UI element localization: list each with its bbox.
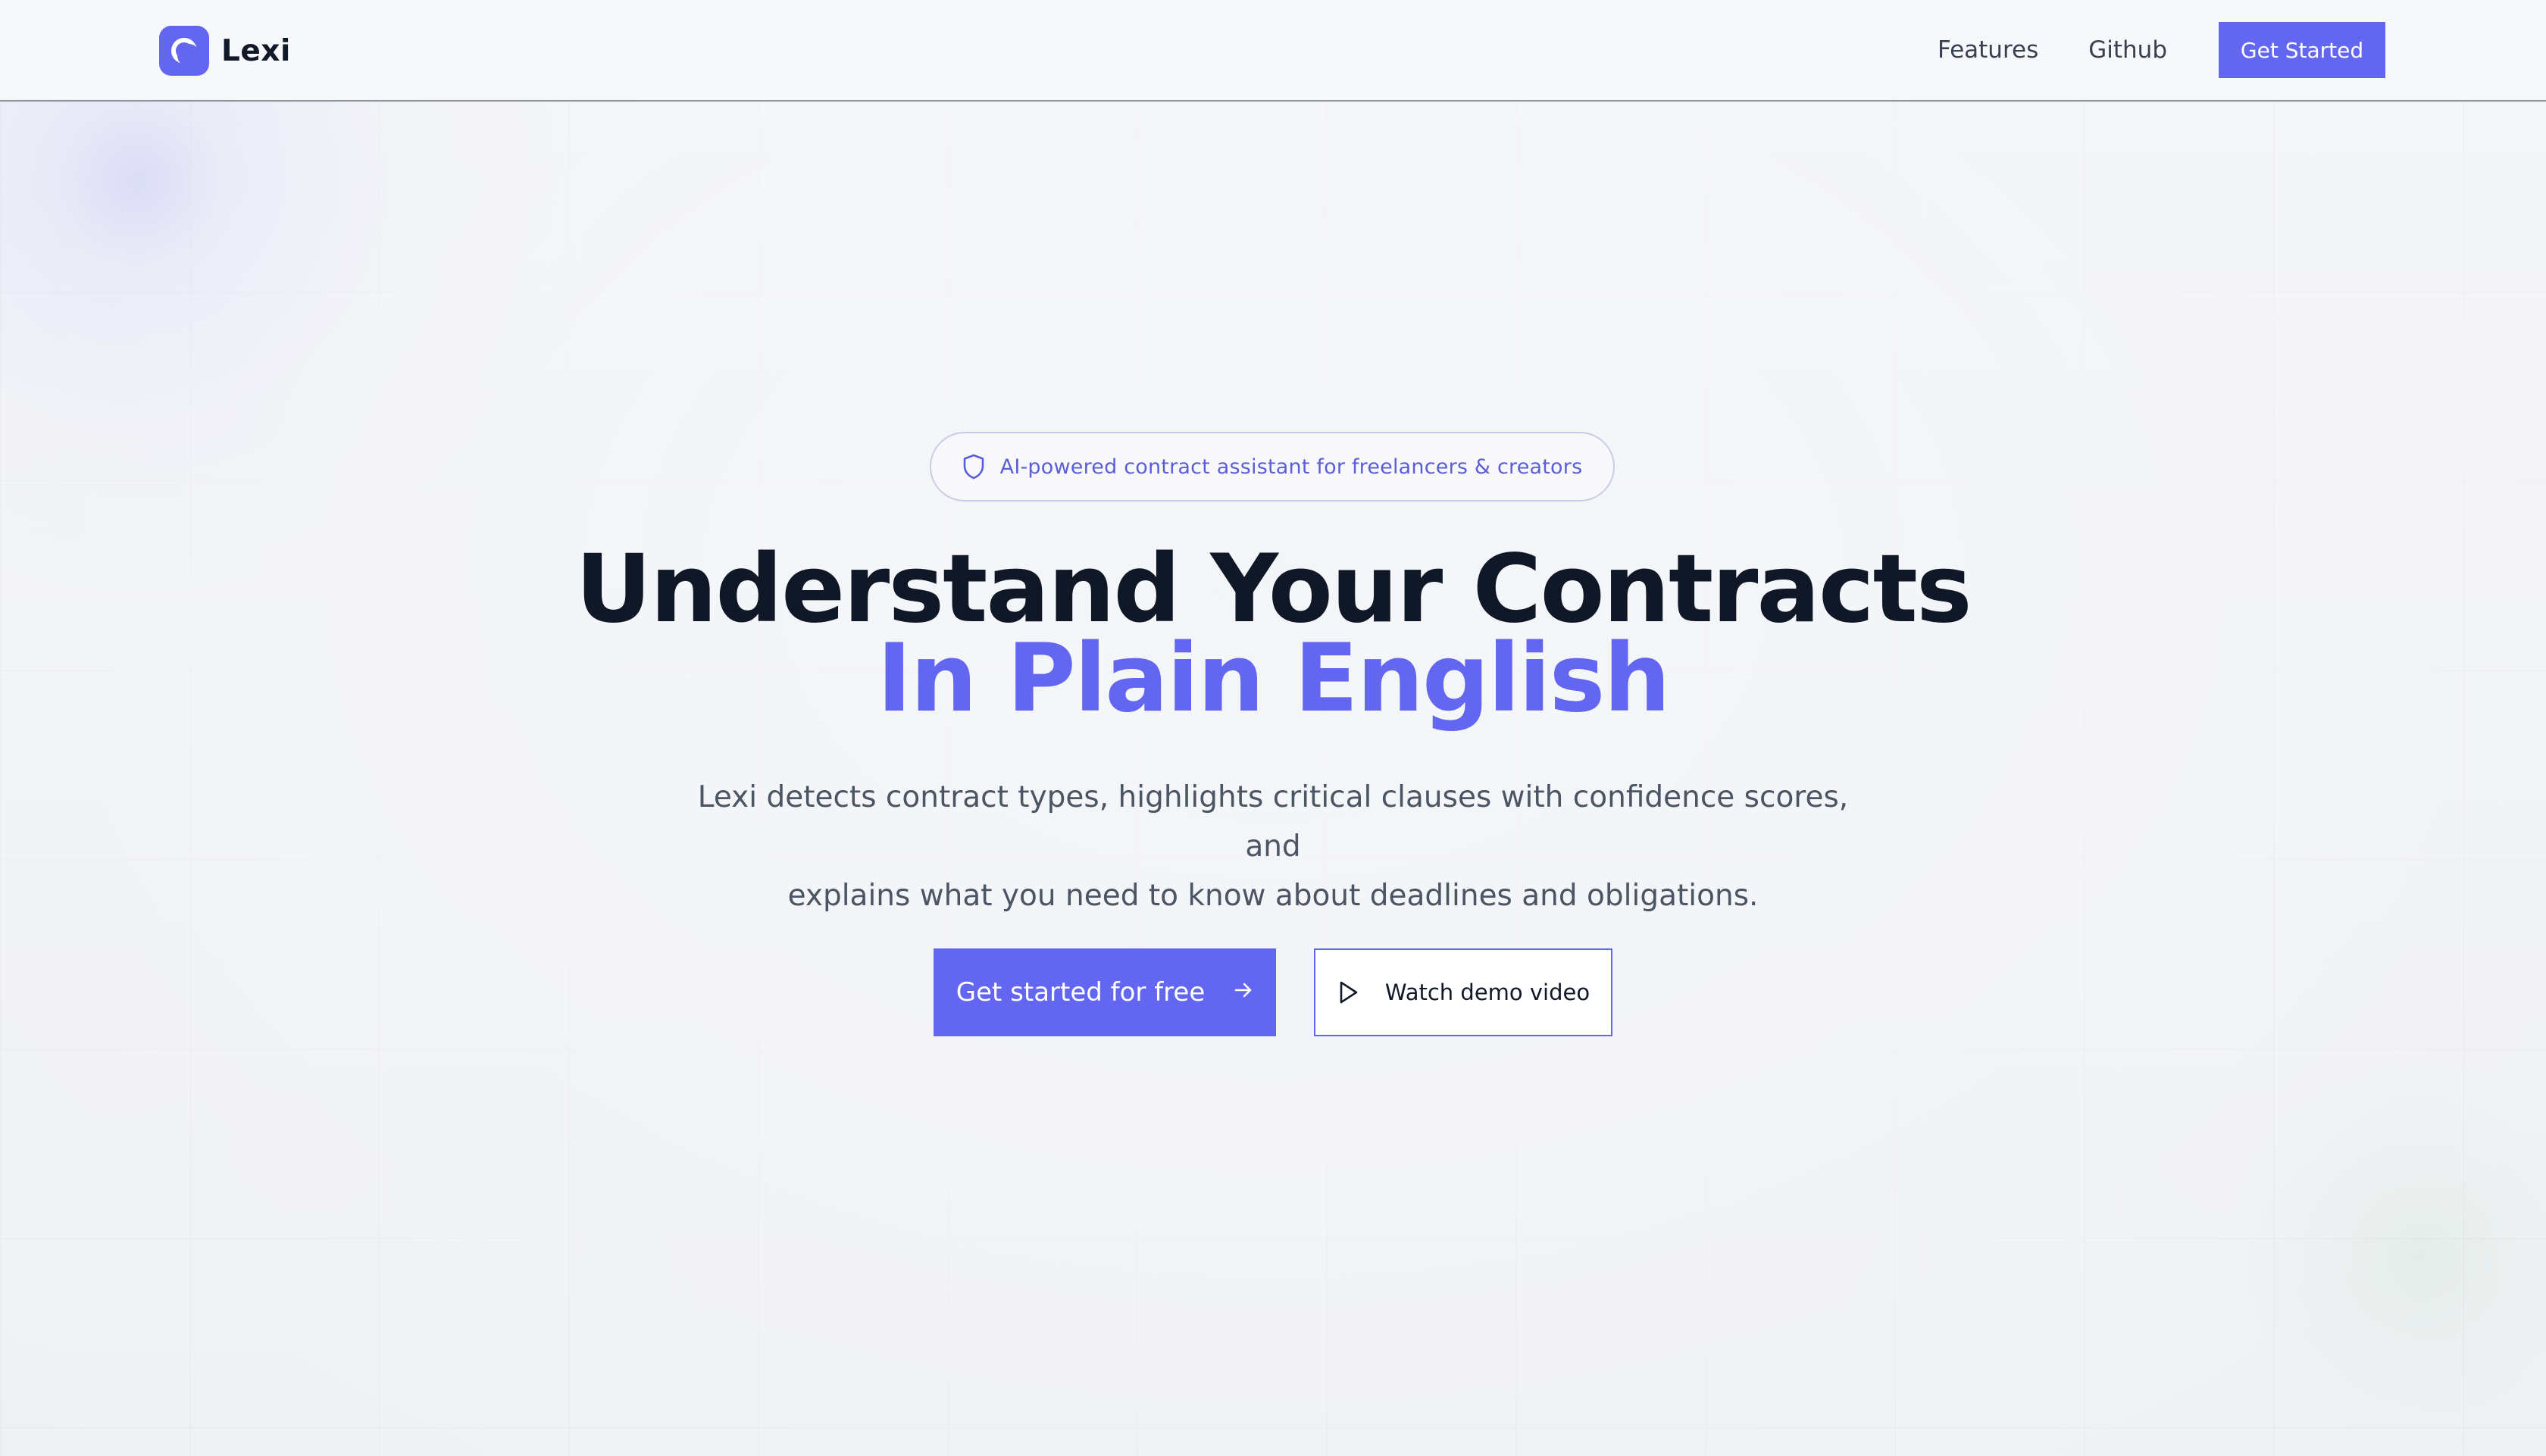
hero-subtitle-line-1: Lexi detects contract types, highlights … bbox=[697, 780, 1849, 864]
get-started-button[interactable]: Get Started bbox=[2219, 22, 2385, 78]
watch-demo-label: Watch demo video bbox=[1384, 980, 1590, 1005]
hero-subtitle-line-2: explains what you need to know about dea… bbox=[787, 879, 1759, 913]
hero-subtitle: Lexi detects contract types, highlights … bbox=[667, 773, 1879, 920]
hero-badge: AI-powered contract assistant for freela… bbox=[930, 432, 1615, 501]
brand-name: Lexi bbox=[221, 33, 291, 68]
hero-title-accent: In Plain English bbox=[877, 624, 1670, 733]
brand-link[interactable]: Lexi bbox=[159, 25, 291, 77]
top-nav: Features Github Get Started bbox=[1938, 22, 2385, 78]
get-started-free-button[interactable]: Get started for free bbox=[934, 948, 1276, 1036]
lexi-logo-icon bbox=[159, 26, 209, 76]
play-icon bbox=[1340, 981, 1358, 1004]
hero-badge-text: AI-powered contract assistant for freela… bbox=[999, 455, 1583, 479]
get-started-free-label: Get started for free bbox=[956, 977, 1206, 1008]
arrow-right-icon bbox=[1234, 980, 1253, 1006]
site-header: Lexi Features Github Get Started bbox=[0, 0, 2546, 102]
nav-features-link[interactable]: Features bbox=[1938, 36, 2038, 64]
shield-icon bbox=[962, 454, 985, 480]
hero-title: Understand Your Contracts bbox=[575, 535, 1972, 644]
watch-demo-button[interactable]: Watch demo video bbox=[1314, 948, 1612, 1036]
nav-github-link[interactable]: Github bbox=[2088, 36, 2167, 64]
